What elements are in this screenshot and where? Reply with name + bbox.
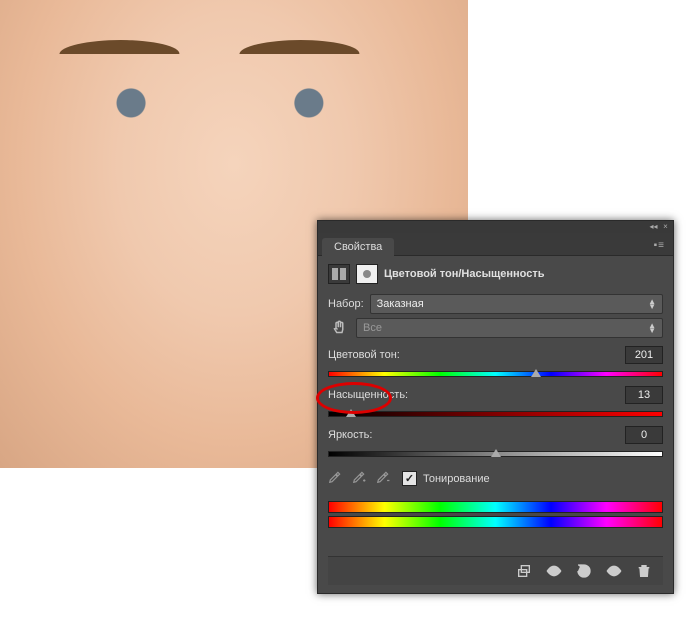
preset-value: Заказная	[377, 298, 424, 310]
reset-icon[interactable]	[575, 562, 593, 580]
eyedropper-add-icon[interactable]	[352, 470, 366, 487]
preset-label: Набор:	[328, 298, 364, 310]
hue-range-bars	[328, 501, 663, 528]
saturation-slider: Насыщенность: 13	[328, 386, 663, 418]
view-previous-icon[interactable]	[545, 562, 563, 580]
tab-row: Свойства ▪≡	[318, 233, 673, 256]
panel-menu-icon[interactable]: ▪≡	[654, 240, 673, 255]
channel-select[interactable]: Все ▲▼	[356, 318, 663, 338]
lightness-slider: Яркость: 0	[328, 426, 663, 458]
hue-bar-top	[328, 501, 663, 513]
hue-label: Цветовой тон:	[328, 349, 400, 361]
saturation-value[interactable]: 13	[625, 386, 663, 404]
clip-to-layer-icon[interactable]	[515, 562, 533, 580]
eyedropper-row: ✓ Тонирование	[328, 470, 663, 487]
lightness-thumb[interactable]	[491, 449, 501, 457]
hue-bar-bottom	[328, 516, 663, 528]
close-icon[interactable]: ×	[661, 222, 670, 231]
select-arrows-icon: ▲▼	[648, 323, 656, 333]
eyedropper-subtract-icon[interactable]	[376, 470, 390, 487]
colorize-checkbox-row[interactable]: ✓ Тонирование	[402, 471, 490, 486]
select-arrows-icon: ▲▼	[648, 299, 656, 309]
collapse-icon[interactable]: ◂◂	[649, 222, 658, 231]
lightness-value[interactable]: 0	[625, 426, 663, 444]
hue-track[interactable]	[328, 368, 663, 378]
saturation-track[interactable]	[328, 408, 663, 418]
preset-select[interactable]: Заказная ▲▼	[370, 294, 663, 314]
visibility-icon[interactable]	[605, 562, 623, 580]
colorize-checkbox[interactable]: ✓	[402, 471, 417, 486]
panel-titlebar: ◂◂ ×	[318, 221, 673, 233]
eyedropper-icon[interactable]	[328, 470, 342, 487]
adjustment-icon[interactable]	[328, 264, 350, 284]
targeted-adjustment-icon[interactable]	[328, 318, 350, 338]
saturation-thumb[interactable]	[346, 409, 356, 417]
lightness-label: Яркость:	[328, 429, 372, 441]
lightness-track[interactable]	[328, 448, 663, 458]
panel-footer	[328, 556, 663, 585]
adjustment-title: Цветовой тон/Насыщенность	[384, 268, 545, 280]
tab-properties[interactable]: Свойства	[322, 238, 394, 256]
layer-mask-icon[interactable]	[356, 264, 378, 284]
channel-value: Все	[363, 322, 382, 334]
saturation-label: Насыщенность:	[328, 389, 408, 401]
preset-row: Набор: Заказная ▲▼	[328, 294, 663, 314]
properties-panel: ◂◂ × Свойства ▪≡ Цветовой тон/Насыщеннос…	[317, 220, 674, 594]
hue-thumb[interactable]	[531, 369, 541, 377]
trash-icon[interactable]	[635, 562, 653, 580]
channel-row: Все ▲▼	[328, 318, 663, 338]
adjustment-header: Цветовой тон/Насыщенность	[328, 264, 663, 284]
colorize-label: Тонирование	[423, 473, 490, 485]
hue-value[interactable]: 201	[625, 346, 663, 364]
hue-slider: Цветовой тон: 201	[328, 346, 663, 378]
